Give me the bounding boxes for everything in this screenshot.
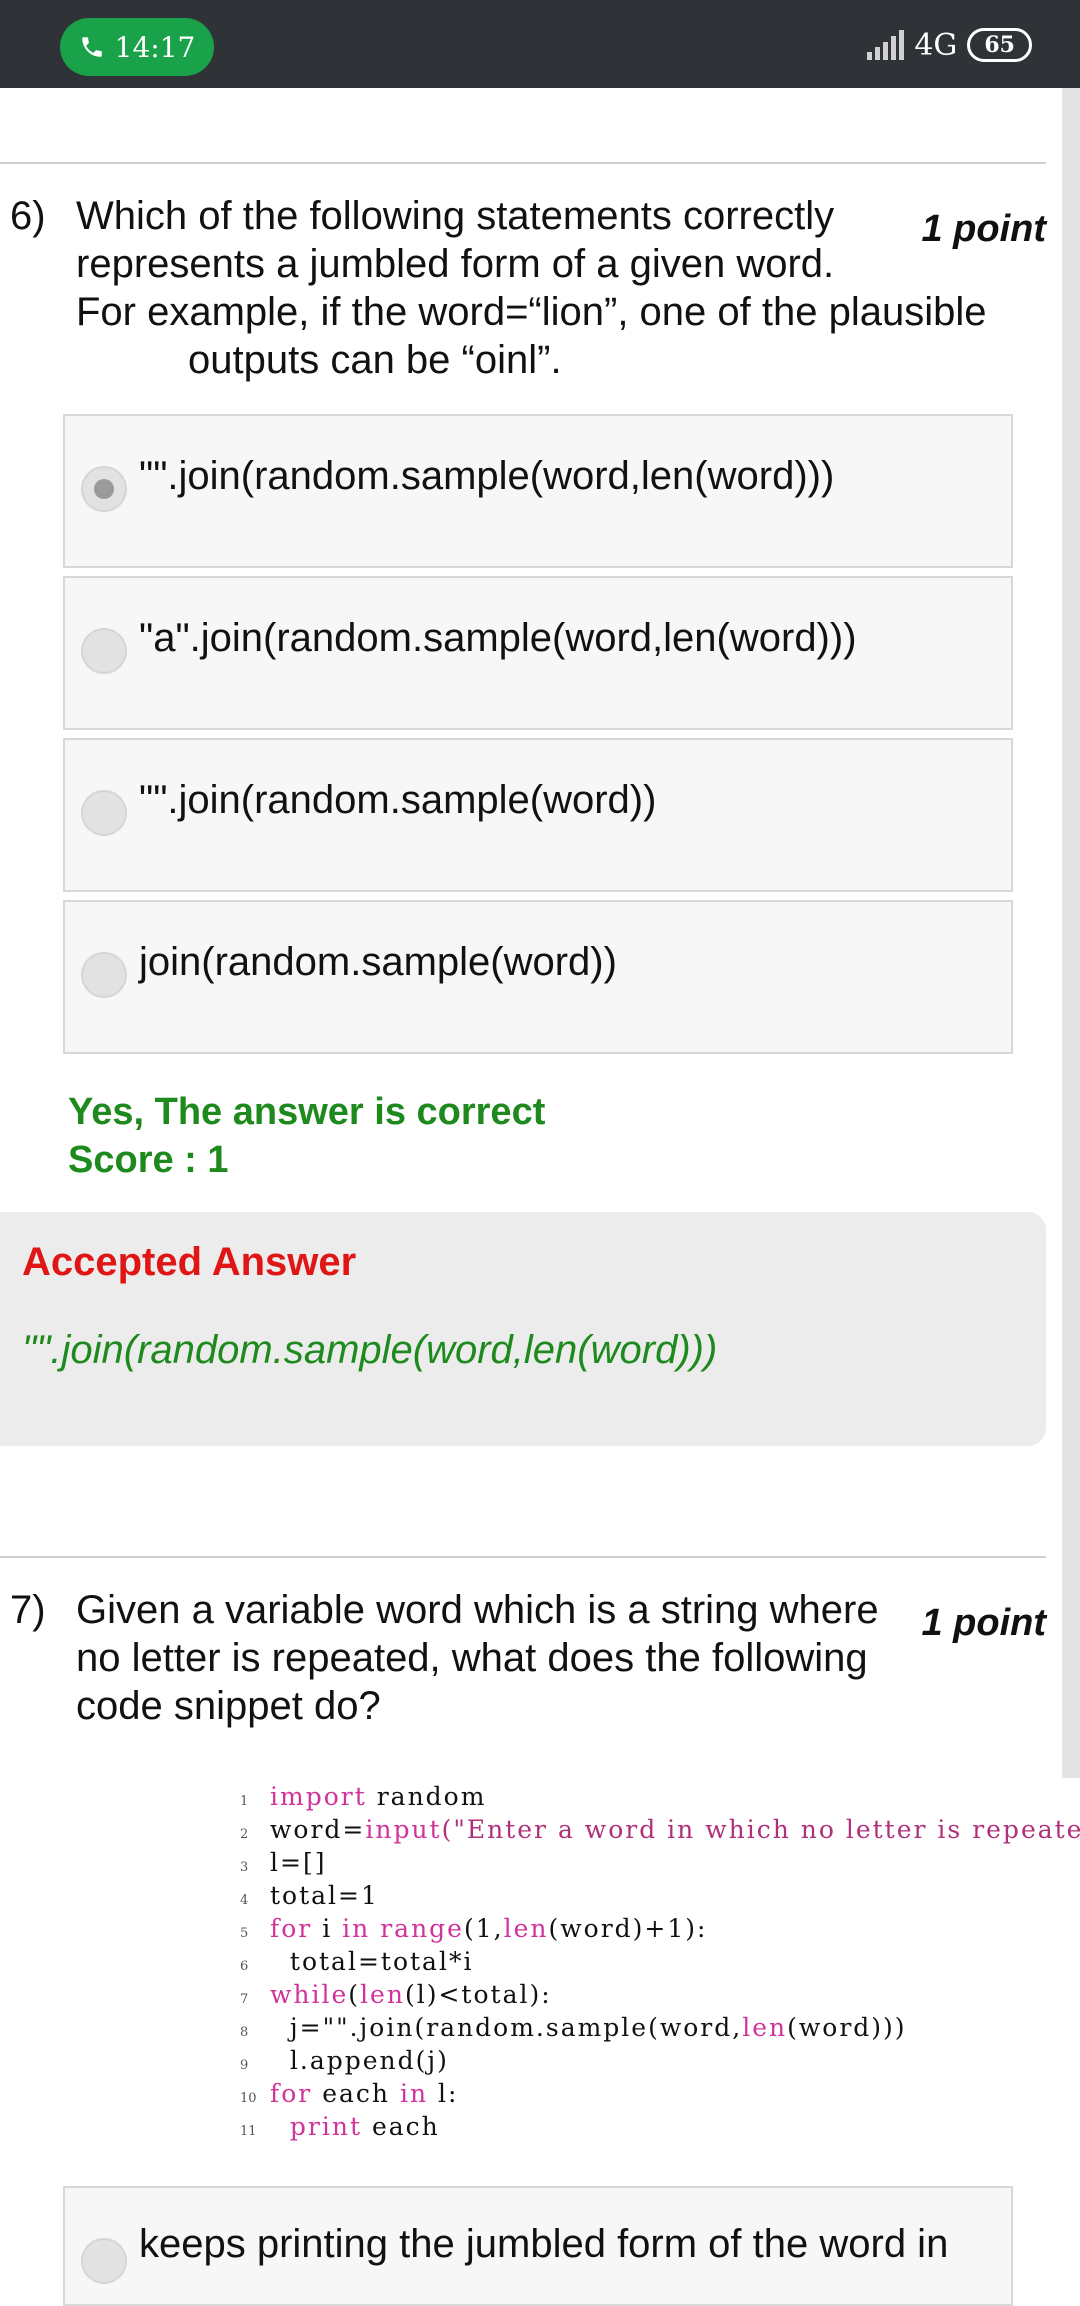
code-text: (word))) bbox=[787, 2013, 907, 2042]
option-label: "a".join(random.sample(word,len(word))) bbox=[139, 616, 857, 660]
code-line: 6 total=total*i bbox=[240, 1945, 473, 1978]
answer-option[interactable]: "".join(random.sample(word)) bbox=[63, 738, 1013, 892]
divider bbox=[0, 162, 1046, 164]
option-label: keeps printing the jumbled form of the w… bbox=[139, 2222, 949, 2266]
question-line: no letter is repeated, what does the fol… bbox=[76, 1636, 868, 1680]
radio-button[interactable] bbox=[81, 628, 127, 674]
code-snippet-image: 1 import random 2 word=input("Enter a word… bbox=[240, 1780, 1080, 2150]
answer-option[interactable]: join(random.sample(word)) bbox=[63, 900, 1013, 1054]
code-text: each bbox=[312, 2079, 400, 2108]
accepted-answer-text: "".join(random.sample(word,len(word))) bbox=[22, 1328, 718, 1372]
code-line: 8 j="".join(random.sample(word,len(word)… bbox=[240, 2011, 907, 2044]
question-text: Given a variable word which is a string … bbox=[76, 1586, 896, 1730]
code-line: 2 word=input("Enter a word in which no le… bbox=[240, 1813, 1080, 1846]
question-line: Which of the following statements correc… bbox=[76, 194, 835, 238]
code-keyword: range bbox=[370, 1914, 464, 1943]
status-time: 14:17 bbox=[114, 30, 196, 64]
code-keyword: print bbox=[289, 2112, 363, 2141]
ongoing-call-chip[interactable]: 14:17 bbox=[60, 18, 214, 76]
question-line: code snippet do? bbox=[76, 1684, 381, 1728]
question-line: Given a variable word which is a string … bbox=[76, 1588, 879, 1632]
score-text: Score : 1 bbox=[68, 1139, 229, 1181]
code-text: total=total*i bbox=[289, 1947, 474, 1976]
code-keyword: len bbox=[503, 1914, 549, 1943]
code-text: (1, bbox=[463, 1914, 504, 1943]
accepted-answer-panel: Accepted Answer "".join(random.sample(wo… bbox=[0, 1212, 1046, 1446]
divider bbox=[0, 1556, 1046, 1558]
question-line: For example, if the word=“lion”, one of … bbox=[76, 290, 987, 334]
question-number: 6) bbox=[10, 194, 46, 238]
line-number: 11 bbox=[240, 2124, 257, 2139]
code-text: (word)+1): bbox=[548, 1914, 708, 1943]
points-label: 1 point bbox=[921, 208, 1046, 250]
radio-button[interactable] bbox=[81, 952, 127, 998]
code-line: 9 l.append(j) bbox=[240, 2044, 449, 2077]
code-text: i bbox=[312, 1914, 343, 1943]
code-text: l: bbox=[428, 2079, 459, 2108]
question-line: represents a jumbled form of a given wor… bbox=[76, 242, 835, 286]
question-line: outputs can be “oinl”. bbox=[188, 338, 562, 382]
question-text: Which of the following statements correc… bbox=[76, 192, 987, 384]
phone-icon bbox=[81, 37, 102, 57]
code-keyword: in bbox=[342, 1914, 371, 1943]
answer-option[interactable]: keeps printing the jumbled form of the w… bbox=[63, 2186, 1013, 2306]
answer-option[interactable]: "a".join(random.sample(word,len(word))) bbox=[63, 576, 1013, 730]
code-text: each bbox=[362, 2112, 440, 2141]
code-line: 1 import random bbox=[240, 1780, 486, 1813]
code-line: 10 for each in l: bbox=[240, 2077, 458, 2110]
code-text: total=1 bbox=[270, 1881, 379, 1910]
code-keyword: import bbox=[270, 1782, 367, 1811]
scrollbar[interactable] bbox=[1062, 88, 1080, 1778]
battery-indicator: 65 bbox=[967, 28, 1032, 62]
status-bar: 14:17 4G 65 bbox=[0, 0, 1080, 88]
radio-button[interactable] bbox=[81, 466, 127, 512]
code-string: ("Enter a word in which no letter is rep… bbox=[441, 1815, 1080, 1844]
points-label: 1 point bbox=[921, 1602, 1046, 1644]
accepted-answer-title: Accepted Answer bbox=[22, 1240, 357, 1284]
feedback-message: Yes, The answer is correct bbox=[68, 1091, 546, 1133]
code-line: 11 print each bbox=[240, 2110, 440, 2143]
network-type: 4G bbox=[914, 27, 958, 63]
signal-icon bbox=[867, 30, 905, 60]
code-text: l=[] bbox=[270, 1848, 327, 1877]
code-keyword: for bbox=[270, 1914, 313, 1943]
code-text: j="".join(random.sample(word, bbox=[289, 2013, 743, 2042]
code-text: random bbox=[366, 1782, 487, 1811]
code-keyword: len bbox=[742, 2013, 788, 2042]
code-line: 5 for i in range(1,len(word)+1): bbox=[240, 1912, 707, 1945]
code-line: 7 while(len(l)<total): bbox=[240, 1978, 552, 2011]
code-text: ( bbox=[348, 1980, 361, 2009]
code-keyword: for bbox=[270, 2079, 313, 2108]
option-label: join(random.sample(word)) bbox=[139, 940, 617, 984]
code-line: 3 l=[] bbox=[240, 1846, 326, 1879]
question-number: 7) bbox=[10, 1588, 46, 1632]
option-label: "".join(random.sample(word)) bbox=[139, 778, 657, 822]
code-text: l.append(j) bbox=[289, 2046, 449, 2075]
code-text: word= bbox=[270, 1815, 366, 1844]
code-keyword: in bbox=[399, 2079, 429, 2108]
radio-button[interactable] bbox=[81, 790, 127, 836]
code-keyword: input bbox=[365, 1815, 442, 1844]
code-line: 4 total=1 bbox=[240, 1879, 379, 1912]
radio-button[interactable] bbox=[81, 2238, 127, 2284]
answer-option[interactable]: "".join(random.sample(word,len(word))) bbox=[63, 414, 1013, 568]
option-label: "".join(random.sample(word,len(word))) bbox=[139, 454, 835, 498]
code-keyword: while bbox=[270, 1980, 349, 2009]
code-keyword: len bbox=[360, 1980, 405, 2009]
code-text: (l)<total): bbox=[404, 1980, 552, 2009]
